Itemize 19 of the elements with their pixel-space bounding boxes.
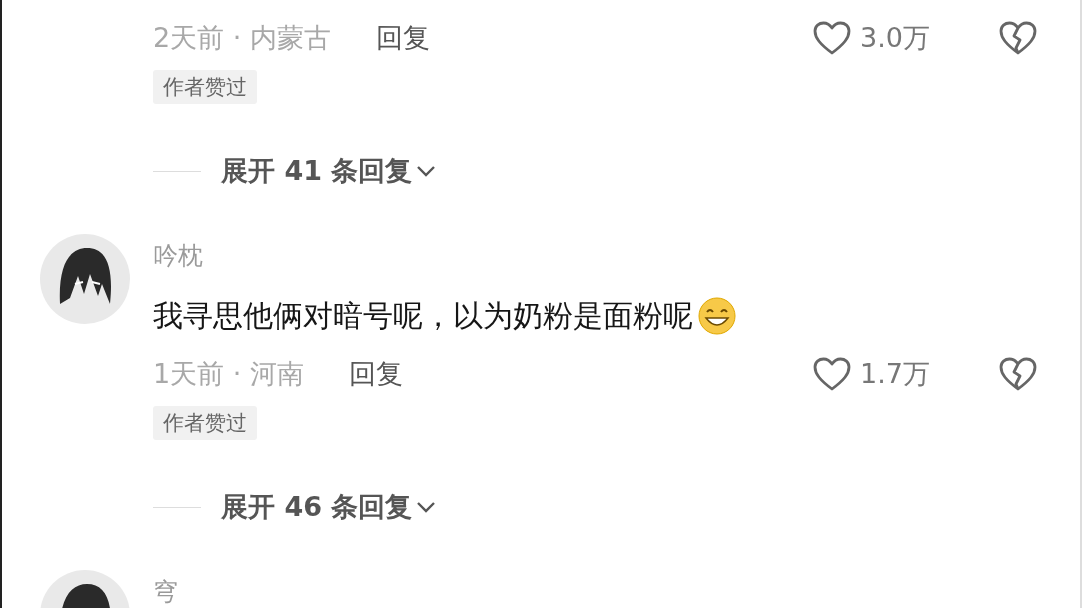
expand-replies-button[interactable]: 展开 41 条回复: [221, 153, 413, 189]
broken-heart-icon[interactable]: [998, 20, 1038, 56]
chevron-down-icon[interactable]: [416, 165, 437, 177]
reply-button[interactable]: 回复: [348, 356, 403, 392]
heart-icon[interactable]: [812, 20, 852, 56]
time-location: 2天前 · 内蒙古: [153, 21, 331, 55]
avatar[interactable]: [40, 234, 130, 324]
like-count: 1.7万: [860, 357, 931, 391]
expand-replies-button[interactable]: 展开 46 条回复: [221, 489, 413, 525]
author-liked-badge: 作者赞过: [153, 70, 257, 104]
comment-text: 我寻思他俩对暗号呢，以为奶粉是面粉呢: [153, 296, 693, 335]
heart-icon[interactable]: [812, 356, 852, 392]
like-count: 3.0万: [860, 21, 931, 55]
time-location: 1天前 · 河南: [153, 357, 304, 391]
author-liked-badge: 作者赞过: [153, 406, 257, 440]
reply-button[interactable]: 回复: [375, 20, 430, 56]
grin-emoji-icon: [697, 296, 737, 336]
chevron-down-icon[interactable]: [416, 501, 437, 513]
broken-heart-icon[interactable]: [998, 356, 1038, 392]
